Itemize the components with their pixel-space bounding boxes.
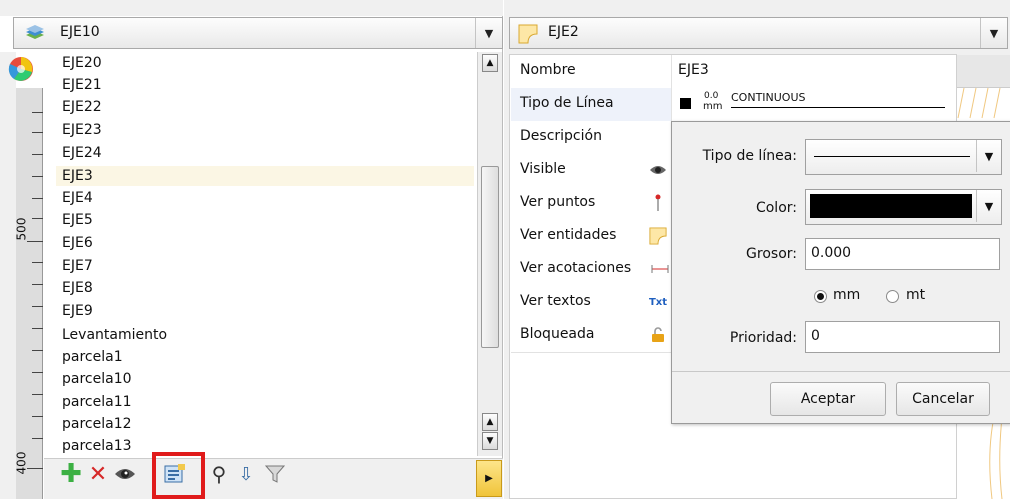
prop-row-descripcion[interactable]: Descripción [511, 121, 671, 155]
list-item[interactable]: EJE4 [62, 190, 93, 208]
expand-toolbar-button[interactable]: ▶ [476, 460, 502, 497]
unit-mm-label[interactable]: mm [833, 287, 860, 303]
prop-row-nombre[interactable]: Nombre [511, 55, 671, 89]
line-type-select[interactable]: ▼ [805, 139, 1002, 175]
prioridad-input[interactable]: 0 [805, 321, 1000, 353]
list-item[interactable]: EJE23 [62, 122, 102, 140]
scroll-up-icon[interactable]: ▲ [482, 413, 498, 431]
vertical-ruler: 500 400 [14, 88, 43, 499]
grosor-label: Grosor: [746, 246, 797, 262]
unit-mt-label[interactable]: mt [906, 287, 925, 303]
list-item[interactable]: parcela12 [62, 416, 132, 434]
delete-layer-icon[interactable]: ✕ [85, 462, 111, 487]
point-icon[interactable] [649, 194, 667, 212]
eye-icon[interactable] [112, 462, 138, 486]
line-width-value: 0.0 [704, 91, 719, 101]
canvas-header-strip [956, 55, 1010, 88]
entity-combo[interactable]: EJE2 ▼ [509, 17, 1008, 49]
list-item[interactable]: EJE20 [62, 55, 102, 73]
prop-label: Ver acotaciones [520, 260, 632, 276]
list-item[interactable]: parcela11 [62, 394, 132, 412]
entity-icon [518, 24, 538, 44]
prop-row-ver-textos[interactable]: Ver textos Txt [511, 286, 671, 320]
chevron-down-icon[interactable]: ▼ [976, 190, 1001, 222]
prop-nombre-value[interactable]: EJE3 [678, 62, 709, 78]
list-item[interactable]: EJE24 [62, 145, 102, 163]
line-sample [814, 156, 970, 157]
list-item[interactable]: parcela13 [62, 438, 132, 456]
ruler-label-400: 400 [14, 451, 29, 475]
line-type-name: CONTINUOUS [731, 91, 806, 104]
line-width-unit: mm [703, 101, 723, 112]
prop-label: Ver entidades [520, 227, 617, 243]
line-sample [731, 107, 945, 108]
entity-combo-value: EJE2 [548, 24, 579, 40]
highlight-box [152, 452, 205, 499]
unit-mt-radio[interactable] [886, 290, 899, 303]
list-item[interactable]: EJE9 [62, 303, 93, 321]
prop-row-ver-acotaciones[interactable]: Ver acotaciones [511, 253, 671, 287]
prioridad-label: Prioridad: [729, 330, 797, 346]
color-swatch [680, 98, 691, 109]
text-icon[interactable]: Txt [649, 293, 667, 311]
prop-row-visible[interactable]: Visible [511, 154, 671, 188]
list-item[interactable]: parcela10 [62, 371, 132, 389]
list-item-selected[interactable]: EJE3 [56, 166, 474, 186]
list-scrollbar[interactable]: ▲ ▲ ▼ [477, 52, 502, 456]
scroll-up-icon[interactable]: ▲ [482, 54, 498, 72]
lock-icon[interactable] [649, 326, 667, 344]
prop-label: Descripción [520, 128, 602, 144]
prop-row-bloqueada[interactable]: Bloqueada [511, 319, 671, 353]
ruler-label-500: 500 [14, 217, 29, 241]
color-select[interactable]: ▼ [805, 189, 1002, 225]
accept-button[interactable]: Aceptar [770, 382, 886, 416]
list-item[interactable]: EJE8 [62, 280, 93, 298]
list-item[interactable]: EJE7 [62, 258, 93, 276]
color-wheel-icon[interactable] [8, 56, 34, 82]
layers-icon [24, 25, 46, 41]
prop-row-ver-entidades[interactable]: Ver entidades [511, 220, 671, 254]
list-item[interactable]: EJE22 [62, 99, 102, 117]
prioridad-value: 0 [811, 328, 820, 344]
list-item[interactable]: EJE5 [62, 212, 93, 230]
list-item[interactable]: EJE6 [62, 235, 93, 253]
layer-combo[interactable]: EJE10 ▼ [13, 17, 503, 49]
list-item[interactable]: Levantamiento [62, 327, 167, 345]
add-layer-icon[interactable]: ✚ [58, 459, 84, 489]
cancel-button[interactable]: Cancelar [896, 382, 990, 416]
side-tool-strip [0, 52, 16, 499]
scroll-down-icon[interactable]: ▼ [482, 432, 498, 450]
color-swatch [810, 194, 972, 218]
color-label: Color: [755, 200, 797, 216]
scroll-thumb[interactable] [481, 166, 499, 348]
prop-label: Ver textos [520, 293, 591, 309]
dialog-separator [672, 371, 1010, 372]
list-item[interactable]: EJE21 [62, 77, 102, 95]
grosor-value: 0.000 [811, 245, 852, 261]
move-down-icon[interactable]: ⇩ [233, 462, 259, 486]
prop-label: Ver puntos [520, 194, 596, 210]
left-panel: EJE10 ▼ 500 400 EJE20 EJE21 EJE22 EJE23 … [0, 0, 503, 499]
line-type-preview[interactable]: 0.0 mm CONTINUOUS [676, 90, 946, 118]
layer-combo-value: EJE10 [60, 24, 100, 40]
prop-label: Nombre [520, 62, 576, 78]
prop-row-tipo-linea[interactable]: Tipo de Línea [511, 88, 671, 122]
list-item[interactable]: parcela1 [62, 349, 123, 367]
left-top-strip [0, 0, 503, 16]
search-help-icon[interactable]: ⚲ [206, 462, 232, 486]
chevron-down-icon[interactable]: ▼ [980, 18, 1007, 48]
unit-mm-radio[interactable] [814, 290, 827, 303]
dimension-icon[interactable] [651, 260, 669, 278]
filter-icon[interactable] [262, 462, 288, 486]
prop-label: Tipo de Línea [520, 95, 614, 111]
tipo-linea-label: Tipo de línea: [702, 148, 797, 164]
eye-icon[interactable] [649, 161, 667, 179]
prop-label: Bloqueada [520, 326, 595, 342]
grosor-input[interactable]: 0.000 [805, 238, 1000, 270]
chevron-down-icon[interactable]: ▼ [976, 140, 1001, 172]
prop-row-ver-puntos[interactable]: Ver puntos [511, 187, 671, 221]
entity-icon[interactable] [649, 227, 667, 245]
chevron-down-icon[interactable]: ▼ [475, 18, 502, 48]
prop-label: Visible [520, 161, 566, 177]
